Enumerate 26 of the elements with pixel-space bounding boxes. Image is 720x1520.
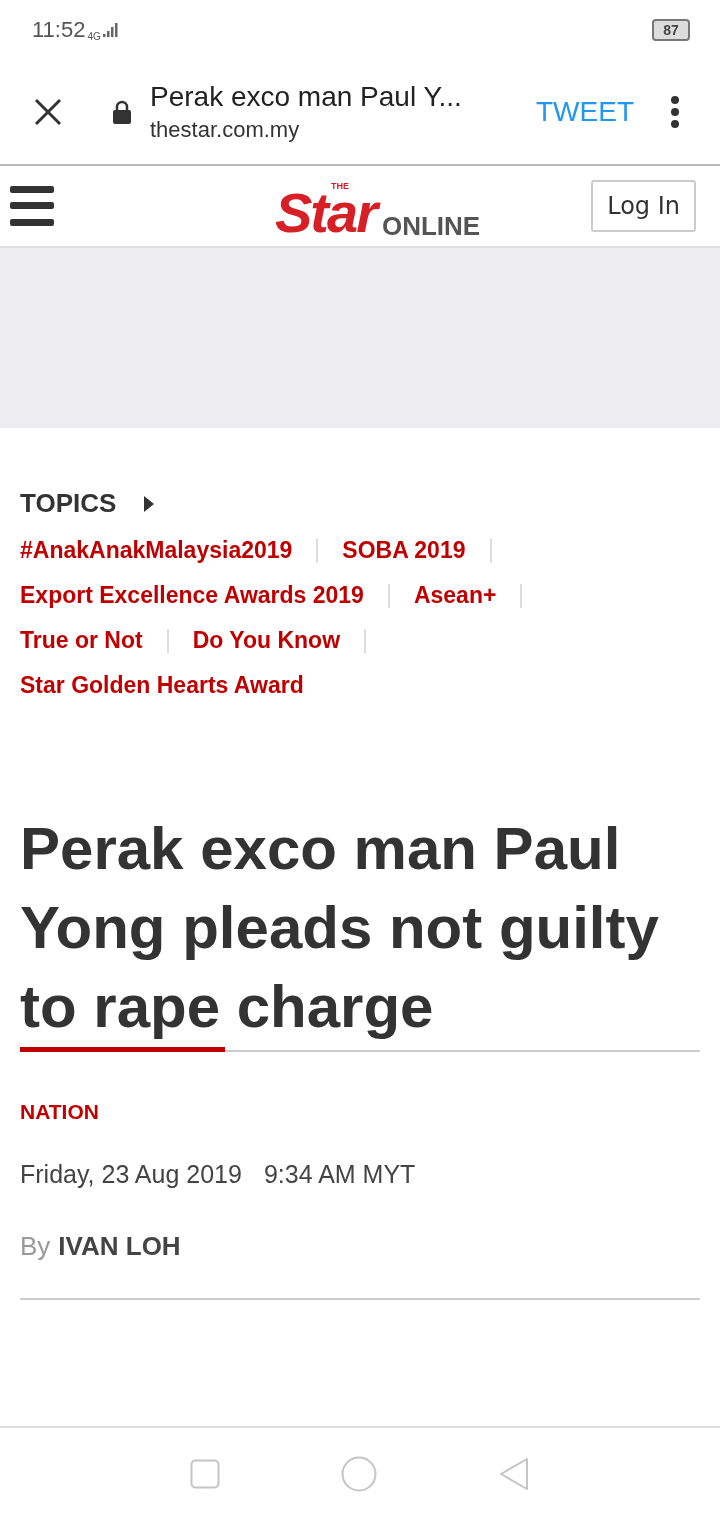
status-time: 11:52 [32, 17, 86, 43]
lock-icon [112, 100, 132, 124]
signal-icon [102, 23, 119, 37]
close-icon[interactable] [34, 98, 62, 126]
article-headline: Perak exco man Paul Yong pleads not guilty to rape charge [20, 814, 660, 1042]
page-title: Perak exco man Paul Y... [150, 81, 463, 113]
topic-link[interactable]: Export Excellence Awards 2019 [20, 582, 364, 609]
more-icon[interactable] [670, 95, 680, 129]
topic-link[interactable]: #AnakAnakMalaysia2019 [20, 537, 293, 564]
topics-heading: TOPICS [20, 488, 117, 519]
publish-date: Friday, 23 Aug 2019 [20, 1160, 242, 1189]
topic-link[interactable]: True or Not [20, 627, 143, 654]
byline-prefix: By [20, 1231, 51, 1262]
topic-link[interactable]: Star Golden Hearts Award [20, 672, 304, 699]
topic-link[interactable]: SOBA 2019 [342, 537, 466, 564]
topic-link[interactable]: Do You Know [192, 627, 341, 654]
section-link[interactable]: NATION [20, 1100, 99, 1124]
caret-icon[interactable] [144, 495, 155, 512]
topic-link[interactable]: Asean+ [413, 582, 497, 609]
publish-time: 9:34 AM MYT [263, 1160, 416, 1189]
login-button[interactable]: Log In [591, 180, 696, 232]
page-domain: thestar.com.my [150, 117, 301, 143]
battery-indicator: 87 [652, 19, 690, 41]
menu-icon[interactable] [10, 186, 54, 226]
network-type: 4G [87, 31, 101, 42]
author-name[interactable]: IVAN LOH [58, 1231, 181, 1262]
